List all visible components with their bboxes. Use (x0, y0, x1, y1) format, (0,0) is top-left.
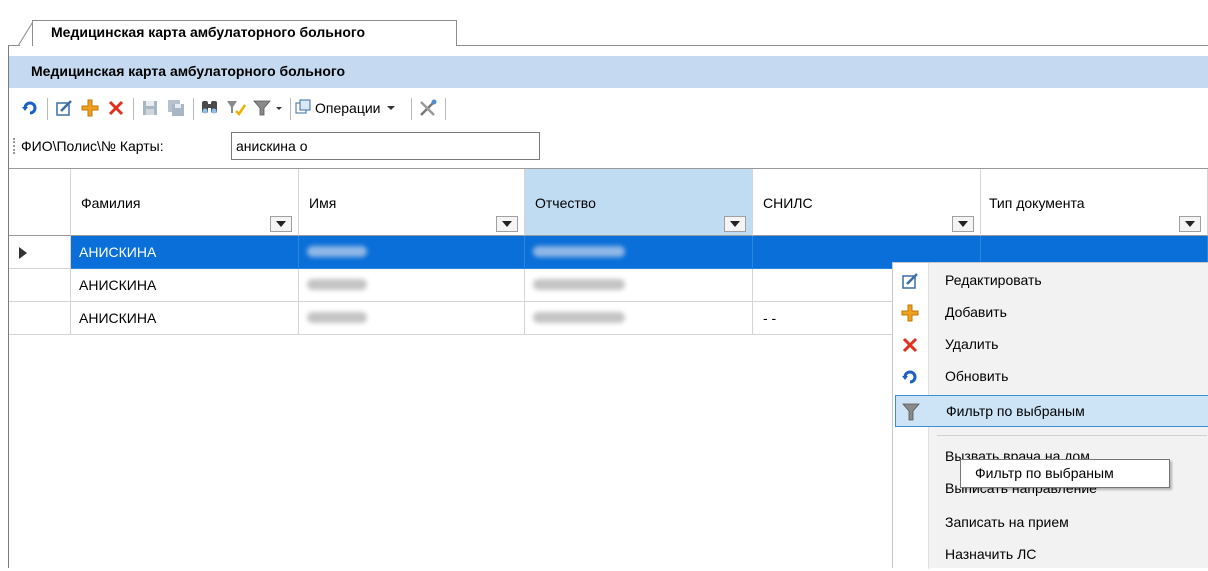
cell-surname[interactable]: АНИСКИНА (71, 302, 299, 335)
row-indicator-header (9, 169, 71, 236)
search-bar: ФИО\Полис\№ Карты: (9, 128, 1208, 164)
save-icon[interactable] (139, 96, 161, 120)
column-header-label: Отчество (535, 195, 596, 211)
chevron-down-icon (276, 221, 286, 227)
tooltip: Фильтр по выбраным (960, 459, 1170, 488)
refresh-icon[interactable] (19, 96, 41, 120)
chevron-down-icon (1185, 221, 1195, 227)
tab-baseline (456, 45, 1208, 46)
refresh-icon (901, 368, 919, 386)
redacted-text (533, 279, 625, 290)
chevron-down-icon (730, 221, 740, 227)
cell-name[interactable] (299, 302, 525, 335)
menu-item-label: Записать на прием (945, 514, 1069, 530)
cell-patronymic[interactable] (525, 236, 753, 269)
menu-item-prescribe[interactable]: Назначить ЛС (895, 539, 1208, 571)
cell-surname[interactable]: АНИСКИНА (71, 236, 299, 269)
menu-item-appointment[interactable]: Записать на прием (895, 507, 1208, 539)
search-input[interactable] (231, 132, 540, 160)
chevron-down-icon (502, 221, 512, 227)
cell-patronymic[interactable] (525, 302, 753, 335)
add-icon (901, 304, 919, 322)
tab-strip: Медицинская карта амбулаторного больного (0, 0, 1208, 46)
column-header-snils[interactable]: СНИЛС (753, 169, 981, 236)
delete-icon[interactable] (105, 96, 127, 120)
cell-name[interactable] (299, 269, 525, 302)
column-header-patronymic[interactable]: Отчество (525, 169, 753, 236)
row-indicator (9, 302, 71, 335)
menu-item-label: Назначить ЛС (945, 546, 1037, 562)
column-filter-button[interactable] (496, 216, 518, 232)
operations-button[interactable]: Операции (295, 96, 397, 120)
column-filter-button[interactable] (952, 216, 974, 232)
menu-separator (937, 435, 1207, 436)
redacted-text (533, 246, 625, 257)
row-indicator (9, 269, 71, 302)
menu-item-refresh[interactable]: Обновить (895, 361, 1208, 393)
edit-icon[interactable] (53, 96, 75, 120)
cell-patronymic[interactable] (525, 269, 753, 302)
tools-icon[interactable] (417, 96, 439, 120)
edit-icon (901, 272, 919, 290)
filter-icon[interactable] (251, 96, 285, 120)
cell-surname[interactable]: АНИСКИНА (71, 269, 299, 302)
tab-baseline (8, 45, 20, 46)
filter-icon (902, 403, 920, 421)
column-header-label: Фамилия (81, 195, 141, 211)
toolbar-separator (133, 98, 134, 120)
toolbar-separator (290, 98, 291, 120)
add-icon[interactable] (79, 96, 101, 120)
toolbar-grip[interactable] (13, 138, 15, 154)
column-filter-button[interactable] (1179, 216, 1201, 232)
search-label: ФИО\Полис\№ Карты: (21, 138, 164, 154)
menu-item-filter-selected[interactable]: Фильтр по выбраным (895, 395, 1208, 427)
redacted-text (307, 279, 367, 290)
redacted-text (533, 312, 625, 323)
delete-icon (901, 336, 919, 354)
chevron-down-icon (958, 221, 968, 227)
redacted-text (307, 246, 367, 257)
toolbar-separator (411, 98, 412, 120)
menu-item-label: Фильтр по выбраным (946, 403, 1085, 419)
main-window: Медицинская карта амбулаторного больного… (0, 0, 1208, 571)
context-menu: Редактировать Добавить Удалить Обновить … (892, 262, 1208, 571)
column-header-name[interactable]: Имя (299, 169, 525, 236)
toolbar-separator (445, 98, 446, 120)
toolbar-separator (193, 98, 194, 120)
toolbar-separator (47, 98, 48, 120)
column-header-label: Тип документа (989, 195, 1085, 211)
menu-item-label: Редактировать (945, 272, 1042, 288)
menu-item-label: Добавить (945, 304, 1007, 320)
column-header-label: Имя (309, 195, 337, 211)
page-title: Медицинская карта амбулаторного больного (9, 56, 1208, 88)
chevron-down-icon (385, 100, 397, 116)
cell-name[interactable] (299, 236, 525, 269)
column-header-surname[interactable]: Фамилия (71, 169, 299, 236)
column-filter-button[interactable] (724, 216, 746, 232)
find-icon[interactable] (199, 96, 221, 120)
column-header-label: СНИЛС (763, 195, 813, 211)
menu-item-edit[interactable]: Редактировать (895, 265, 1208, 297)
current-row-arrow-icon (19, 247, 27, 259)
menu-item-add[interactable]: Добавить (895, 297, 1208, 329)
tab-medical-card[interactable]: Медицинская карта амбулаторного больного (32, 20, 457, 46)
toolbar: Операции (9, 90, 1208, 126)
row-indicator (9, 236, 71, 269)
operations-label: Операции (315, 100, 381, 116)
operations-icon (295, 99, 311, 118)
save-all-icon[interactable] (165, 96, 187, 120)
redacted-text (307, 312, 367, 323)
menu-item-label: Обновить (945, 368, 1009, 384)
column-header-doc-type[interactable]: Тип документа (981, 169, 1208, 236)
column-filter-button[interactable] (270, 216, 292, 232)
menu-item-label: Удалить (945, 336, 999, 352)
filter-selected-icon[interactable] (225, 96, 247, 120)
menu-item-delete[interactable]: Удалить (895, 329, 1208, 361)
